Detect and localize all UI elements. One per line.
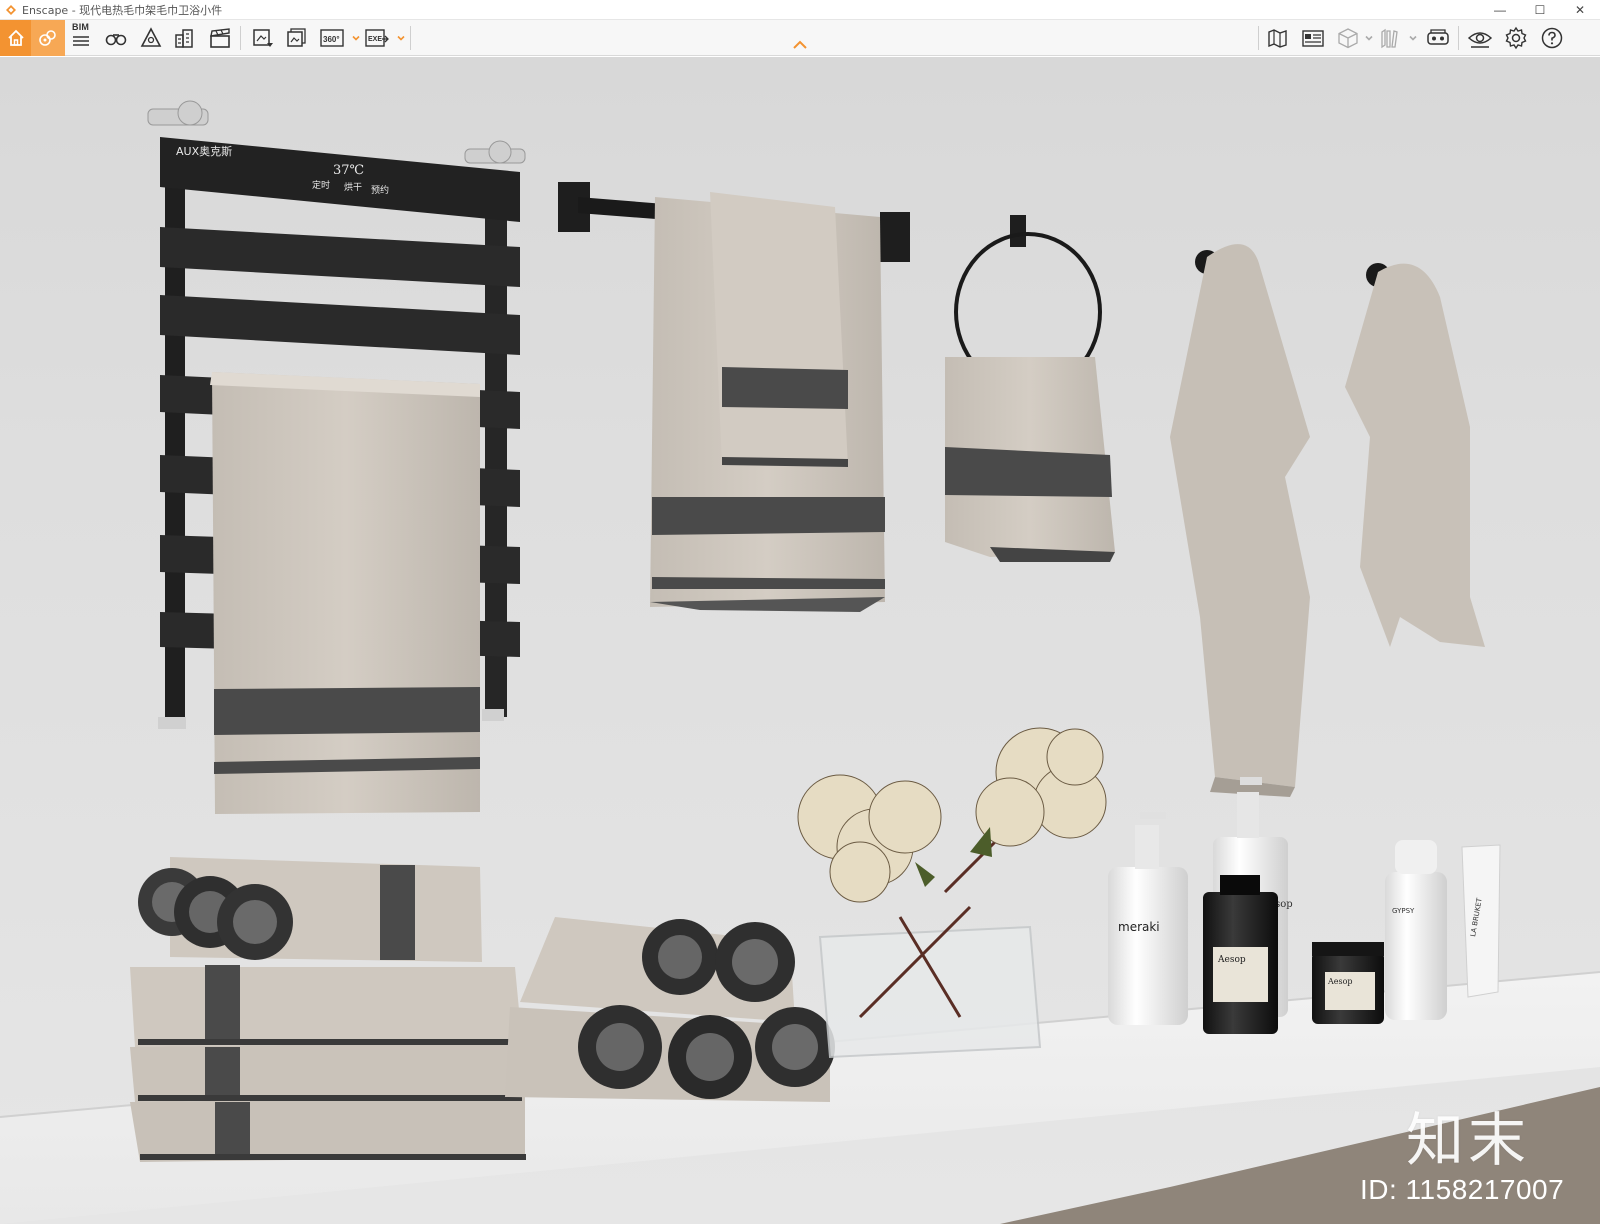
export-dropdown-caret-icon[interactable] (396, 33, 406, 43)
batch-render-icon (287, 28, 306, 47)
export-exe-icon: EXE (365, 29, 389, 47)
rendered-bathroom-scene: AUX奥克斯 37℃ 定时 烘干 预约 meraki Aesop Aesop G… (0, 100, 1600, 1224)
asset-library-button[interactable] (31, 20, 65, 56)
vr-headset-button[interactable] (1423, 23, 1453, 53)
visibility-icon (1467, 32, 1493, 48)
radiator-temperature: 37℃ (333, 163, 364, 178)
render-viewport[interactable]: AUX奥克斯 37℃ 定时 烘干 预约 meraki Aesop Aesop G… (0, 57, 1600, 1224)
watermark-logo: 知末 (1406, 1106, 1531, 1174)
rolled-towel-pyramid (505, 917, 835, 1102)
towel-ring (945, 215, 1115, 562)
folded-towel-stack (130, 857, 526, 1162)
robe-hook-left (1170, 244, 1310, 797)
radiator-button-dry: 烘干 (344, 181, 362, 193)
help-icon (1541, 27, 1563, 49)
collapse-toolbar-chevron-icon[interactable] (792, 40, 808, 50)
bim-button[interactable] (66, 23, 96, 53)
material-dropdown-caret-icon[interactable] (1364, 33, 1374, 43)
panorama-button[interactable]: 360° (318, 23, 348, 53)
toolbar-separator (1458, 26, 1459, 50)
screenshot-icon (253, 29, 273, 47)
aesop-black-label: Aesop (1217, 955, 1246, 965)
visual-settings-button[interactable] (1465, 23, 1495, 53)
clapperboard-icon (210, 28, 230, 48)
info-panel-button[interactable] (1298, 23, 1328, 53)
window-controls: — ☐ ✕ (1480, 0, 1600, 20)
heated-towel-radiator: AUX奥克斯 37℃ 定时 烘干 预约 (147, 100, 526, 814)
map-button[interactable] (1263, 23, 1293, 53)
toolbar-separator (1258, 26, 1259, 50)
towel-bar (558, 182, 910, 612)
bim-list-icon (73, 36, 89, 46)
panorama-label: 360° (323, 35, 340, 44)
home-icon (7, 29, 24, 46)
radiator-button-schedule: 预约 (371, 184, 389, 196)
glass-vase-flowers (797, 727, 1107, 1059)
window-title: Enscape - 现代电热毛巾架毛巾卫浴小件 (22, 3, 223, 17)
export-exe-button[interactable]: EXE (362, 23, 392, 53)
tag-icon (1302, 30, 1324, 47)
help-button[interactable] (1537, 23, 1567, 53)
robe-hook-right (1345, 263, 1485, 647)
cube-icon (1338, 28, 1358, 49)
site-context-button[interactable] (170, 23, 200, 53)
exe-label: EXE (368, 36, 382, 43)
building-icon (175, 29, 193, 48)
meraki-label: meraki (1118, 920, 1160, 934)
books-icon (1381, 28, 1398, 49)
home-button[interactable] (0, 20, 31, 56)
warning-icon (140, 27, 162, 47)
panorama-icon: 360° (320, 29, 344, 47)
material-editor-button[interactable] (1333, 23, 1363, 53)
batch-render-button[interactable] (282, 23, 312, 53)
views-button[interactable] (101, 23, 131, 53)
screenshot-button[interactable] (248, 23, 278, 53)
aesop-jar-label: Aesop (1327, 977, 1353, 986)
panorama-dropdown-caret-icon[interactable] (351, 33, 361, 43)
gypsy-label: GYPSY (1392, 907, 1415, 915)
map-icon (1268, 29, 1287, 48)
close-button[interactable]: ✕ (1560, 0, 1600, 20)
enscape-logo-icon (6, 4, 16, 15)
watermark-id: ID: 1158217007 (1360, 1174, 1565, 1205)
radiator-button-timer: 定时 (312, 179, 330, 191)
toolbar-separator (410, 26, 411, 50)
maximize-button[interactable]: ☐ (1520, 0, 1560, 20)
minimize-button[interactable]: — (1480, 0, 1520, 20)
toiletry-bottles: meraki Aesop Aesop Aesop GYPSY LA BRUKET (1108, 777, 1501, 1034)
toolbar-separator (240, 26, 241, 50)
vr-headset-icon (1427, 29, 1449, 45)
general-settings-button[interactable] (1501, 23, 1531, 53)
title-bar: Enscape - 现代电热毛巾架毛巾卫浴小件 — ☐ ✕ (0, 0, 1600, 20)
library-dropdown-caret-icon[interactable] (1408, 33, 1418, 43)
library-button[interactable] (1376, 23, 1406, 53)
enscape-toolbar: BIM 360° EXE (0, 20, 1600, 56)
asset-library-icon (39, 30, 56, 46)
settings-icon (1505, 26, 1527, 50)
video-editor-button[interactable] (205, 23, 235, 53)
radiator-brand: AUX奥克斯 (176, 144, 232, 158)
issues-button[interactable] (136, 23, 166, 53)
binoculars-icon (105, 34, 127, 46)
